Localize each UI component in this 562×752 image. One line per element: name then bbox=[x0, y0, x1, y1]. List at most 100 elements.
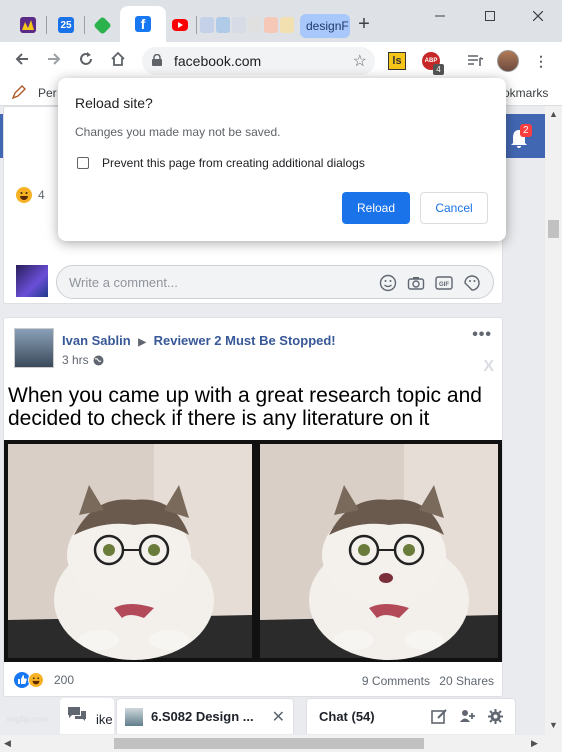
post-card: Ivan Sablin ▶ Reviewer 2 Must Be Stopped… bbox=[3, 317, 503, 724]
prevent-dialogs-label[interactable]: Prevent this page from creating addition… bbox=[102, 156, 365, 170]
notifications-badge: 2 bbox=[520, 124, 532, 137]
browser-title-bar: 25 f designF + bbox=[0, 0, 562, 42]
haha-reaction-icon bbox=[28, 672, 44, 688]
group-chat-tab[interactable]: 6.S082 Design ... ✕ bbox=[116, 698, 294, 734]
cancel-button[interactable]: Cancel bbox=[420, 192, 488, 224]
other-bookmarks[interactable]: okmarks bbox=[503, 86, 548, 100]
group-thumbnail bbox=[125, 708, 143, 726]
tab-group-collapsed[interactable] bbox=[200, 8, 294, 42]
author-avatar[interactable] bbox=[14, 328, 54, 368]
home-button[interactable] bbox=[106, 49, 130, 73]
url-text: facebook.com bbox=[174, 53, 262, 69]
close-icon[interactable]: ✕ bbox=[272, 707, 285, 727]
gear-icon[interactable] bbox=[487, 708, 504, 725]
comment-placeholder: Write a comment... bbox=[69, 275, 178, 290]
tab-feedly[interactable] bbox=[93, 8, 112, 42]
reddit-faded-icon bbox=[264, 17, 278, 33]
hide-post-button[interactable]: X bbox=[483, 358, 494, 376]
post-timestamp[interactable]: 3 hrs bbox=[62, 353, 104, 367]
sticker-icon[interactable] bbox=[463, 274, 481, 292]
maximize-button[interactable] bbox=[470, 4, 510, 28]
tab-calendar[interactable]: 25 bbox=[58, 8, 74, 42]
globe-icon bbox=[93, 355, 104, 365]
svg-text:GIF: GIF bbox=[439, 282, 449, 288]
reload-icon-button[interactable] bbox=[74, 49, 98, 73]
bookmark-page-icon bbox=[11, 85, 26, 100]
previous-post-reaction-count: 4 bbox=[38, 188, 45, 202]
reload-button[interactable]: Reload bbox=[342, 192, 410, 224]
scroll-right-arrow-icon[interactable]: ▶ bbox=[531, 738, 538, 749]
dialog-message: Changes you made may not be saved. bbox=[75, 125, 281, 139]
group-name[interactable]: Reviewer 2 Must Be Stopped! bbox=[154, 333, 336, 348]
media-queue-icon[interactable] bbox=[466, 52, 484, 70]
gif-icon[interactable]: GIF bbox=[435, 274, 453, 292]
bookmark-item[interactable]: Per bbox=[38, 86, 57, 100]
site-faded-icon-3 bbox=[280, 17, 294, 33]
reload-dialog: Reload site? Changes you made may not be… bbox=[58, 78, 506, 241]
chat-sidebar-bar[interactable]: Chat (54) bbox=[306, 698, 516, 734]
site-faded-icon bbox=[232, 17, 246, 33]
tab-youtube[interactable] bbox=[172, 8, 188, 42]
horizontal-scrollbar[interactable]: ◀ ▶ bbox=[0, 735, 562, 752]
group-chat-label: 6.S082 Design ... bbox=[151, 709, 254, 724]
comment-input[interactable]: Write a comment... GIF bbox=[56, 265, 494, 299]
messages-button[interactable]: ike bbox=[60, 698, 114, 734]
camera-icon[interactable] bbox=[407, 274, 425, 292]
dialog-title: Reload site? bbox=[75, 95, 153, 111]
calendar-icon: 25 bbox=[58, 17, 74, 33]
scroll-left-arrow-icon[interactable]: ◀ bbox=[4, 738, 11, 749]
prevent-dialogs-checkbox[interactable] bbox=[77, 157, 89, 169]
compose-icon[interactable] bbox=[431, 708, 448, 725]
adblock-count-badge: 4 bbox=[433, 64, 444, 75]
lock-icon bbox=[152, 54, 162, 66]
back-button[interactable] bbox=[10, 49, 34, 73]
horizontal-scroll-thumb[interactable] bbox=[114, 738, 424, 749]
profile-avatar[interactable] bbox=[497, 50, 519, 72]
tab-design[interactable]: designF bbox=[300, 14, 350, 38]
post-time-text: 3 hrs bbox=[62, 353, 89, 367]
tab-facebook[interactable]: f bbox=[120, 6, 166, 42]
scroll-down-arrow-icon[interactable]: ▼ bbox=[549, 720, 558, 730]
close-window-button[interactable] bbox=[518, 4, 558, 28]
chat-bubbles-icon bbox=[68, 707, 86, 721]
add-group-icon[interactable] bbox=[459, 708, 476, 725]
forward-button[interactable] bbox=[42, 49, 66, 73]
post-stats: 200 9 Comments 20 Shares bbox=[14, 672, 494, 692]
post-counts: 9 Comments 20 Shares bbox=[362, 674, 494, 688]
address-bar[interactable]: facebook.com ☆ bbox=[142, 47, 375, 75]
emoji-icon[interactable] bbox=[379, 274, 397, 292]
site-faded-icon-2 bbox=[248, 17, 262, 33]
meme-caption: When you came up with a great research t… bbox=[8, 384, 482, 430]
post-options-button[interactable]: ••• bbox=[472, 326, 492, 344]
browser-toolbar: facebook.com ☆ ls ABP 4 ⋮ bbox=[0, 42, 562, 80]
ls-extension-icon[interactable]: ls bbox=[388, 52, 406, 70]
post-author-line: Ivan Sablin ▶ Reviewer 2 Must Be Stopped… bbox=[62, 333, 336, 348]
imgflip-watermark: imgflip.com bbox=[7, 715, 48, 724]
facebook-icon: f bbox=[135, 16, 151, 32]
browser-menu-icon[interactable]: ⋮ bbox=[532, 52, 550, 70]
author-name[interactable]: Ivan Sablin bbox=[62, 333, 131, 348]
chat-label: Chat (54) bbox=[319, 709, 375, 724]
comments-count-link[interactable]: 9 Comments bbox=[362, 674, 430, 688]
new-tab-button[interactable]: + bbox=[352, 12, 376, 36]
tab-purple-app[interactable] bbox=[20, 8, 36, 42]
comment-row: Write a comment... GIF bbox=[16, 265, 494, 299]
feedly-icon bbox=[93, 15, 112, 35]
chat-partial-label: ike bbox=[96, 712, 113, 727]
post-image[interactable]: When you came up with a great research t… bbox=[4, 378, 502, 724]
minimize-button[interactable] bbox=[420, 4, 460, 28]
avatar bbox=[16, 265, 48, 297]
vertical-scrollbar[interactable]: ▲ ▼ bbox=[545, 106, 562, 735]
cat-photo: imgflip.com bbox=[4, 440, 502, 724]
scroll-up-arrow-icon[interactable]: ▲ bbox=[549, 109, 558, 119]
vertical-scroll-thumb[interactable] bbox=[548, 220, 559, 238]
post-reactions[interactable]: 200 bbox=[14, 672, 74, 688]
reaction-count: 200 bbox=[54, 673, 75, 687]
previous-post-reactions[interactable]: 4 bbox=[16, 187, 45, 203]
purple-app-icon bbox=[20, 17, 36, 33]
shares-count-link[interactable]: 20 Shares bbox=[439, 674, 494, 688]
haha-reaction-icon bbox=[16, 187, 32, 203]
bookmark-star-icon[interactable]: ☆ bbox=[353, 51, 367, 71]
vimeo-faded-icon bbox=[216, 17, 230, 33]
youtube-icon bbox=[172, 19, 188, 31]
